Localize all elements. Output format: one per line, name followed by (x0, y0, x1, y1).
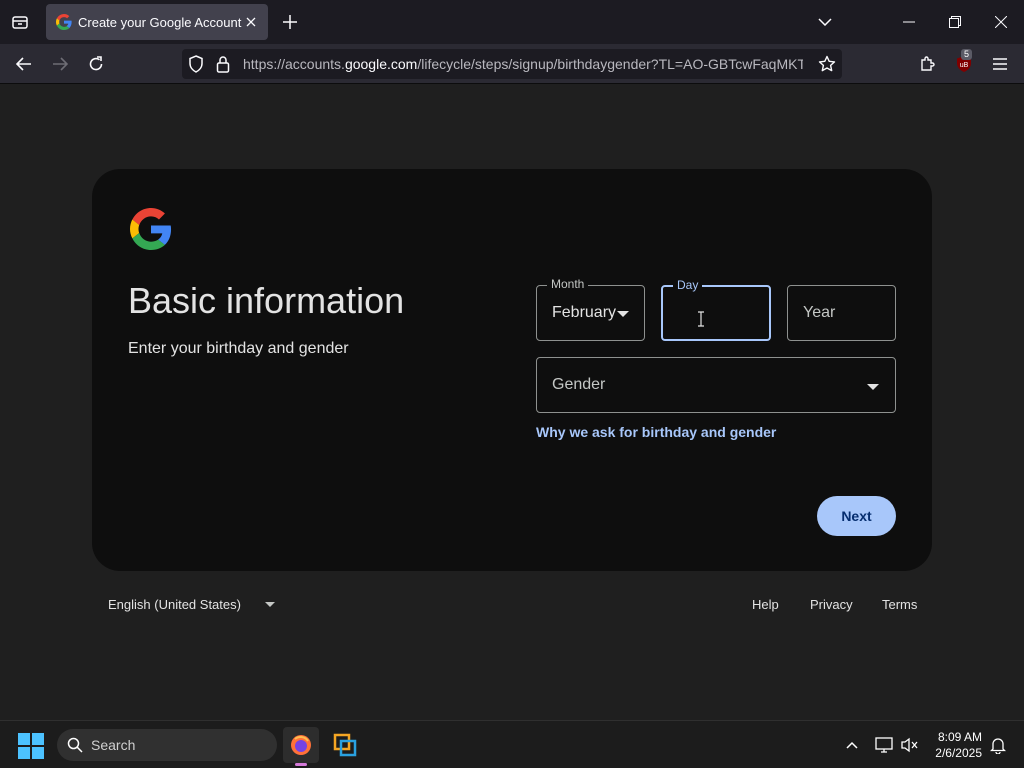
help-link[interactable]: Help (752, 597, 779, 612)
clock-time: 8:09 AM (937, 730, 982, 744)
lock-icon[interactable] (216, 55, 230, 78)
year-placeholder: Year (803, 304, 836, 321)
url-text[interactable]: https://accounts.google.com/lifecycle/st… (243, 56, 803, 72)
google-logo-icon (130, 208, 172, 250)
extensions-puzzle-icon[interactable] (914, 50, 942, 78)
tab-title: Create your Google Account (78, 14, 242, 30)
google-favicon-icon (56, 14, 72, 30)
year-input[interactable]: Year (787, 285, 896, 341)
minimize-window-icon[interactable] (894, 8, 924, 36)
language-select[interactable]: English (United States) (108, 597, 241, 612)
close-tab-icon[interactable] (242, 13, 260, 31)
volume-muted-icon[interactable] (900, 735, 920, 755)
svg-text:uB: uB (960, 62, 969, 69)
taskbar: Search 8:09 AM 2/6/2025 (0, 720, 1024, 768)
privacy-link[interactable]: Privacy (810, 597, 853, 612)
windows-start-icon[interactable] (18, 733, 44, 759)
day-input[interactable]: Day (661, 278, 771, 341)
shield-icon[interactable] (188, 55, 204, 78)
back-arrow-icon[interactable] (10, 50, 38, 78)
taskbar-search[interactable]: Search (57, 729, 277, 761)
url-path: /lifecycle/steps/signup/birthdaygender?T… (417, 56, 803, 72)
month-value: February (552, 304, 617, 321)
restore-window-icon[interactable] (940, 8, 970, 36)
gender-caret-down-icon (867, 384, 879, 390)
month-caret-down-icon (617, 311, 629, 317)
address-bar[interactable]: https://accounts.google.com/lifecycle/st… (182, 49, 842, 79)
remote-desktop-taskbar-icon[interactable] (327, 727, 363, 763)
tab-overflow-chevron-down-icon[interactable] (810, 8, 840, 36)
gender-placeholder: Gender (552, 376, 606, 393)
tab-list-icon[interactable] (6, 8, 34, 36)
search-icon (67, 737, 83, 753)
terms-link[interactable]: Terms (882, 597, 917, 612)
active-app-indicator (295, 763, 307, 766)
chevron-up-icon[interactable] (842, 735, 862, 755)
reload-icon[interactable] (82, 50, 110, 78)
close-window-icon[interactable] (986, 8, 1016, 36)
hamburger-menu-icon[interactable] (986, 50, 1014, 78)
tab-bar: Create your Google Account (0, 0, 1024, 44)
url-host: google.com (344, 56, 418, 72)
url-prefix: https://accounts. (243, 56, 345, 72)
gender-select[interactable]: Gender (536, 357, 896, 413)
text-cursor-icon (698, 311, 704, 327)
forward-arrow-icon[interactable] (46, 50, 74, 78)
clock-date: 2/6/2025 (935, 746, 982, 760)
system-clock[interactable]: 8:09 AM 2/6/2025 (930, 729, 982, 761)
search-label: Search (91, 737, 136, 753)
bookmark-star-icon[interactable] (818, 55, 836, 78)
language-caret-down-icon[interactable] (265, 602, 275, 607)
firefox-taskbar-icon[interactable] (283, 727, 319, 763)
month-select[interactable]: Month February (536, 277, 645, 341)
month-label: Month (547, 277, 589, 291)
new-tab-plus-icon[interactable] (278, 10, 302, 34)
navigation-bar: https://accounts.google.com/lifecycle/st… (0, 44, 1024, 84)
day-label: Day (673, 278, 703, 292)
network-display-icon[interactable] (874, 735, 894, 755)
extension-badge: 5 (961, 49, 973, 60)
active-tab[interactable]: Create your Google Account (46, 4, 268, 40)
next-button[interactable]: Next (817, 496, 896, 536)
page-title: Basic information (128, 280, 405, 321)
page-subtitle: Enter your birthday and gender (128, 340, 349, 357)
why-birthday-gender-link[interactable]: Why we ask for birthday and gender (536, 424, 776, 440)
notification-bell-icon[interactable] (988, 735, 1008, 755)
